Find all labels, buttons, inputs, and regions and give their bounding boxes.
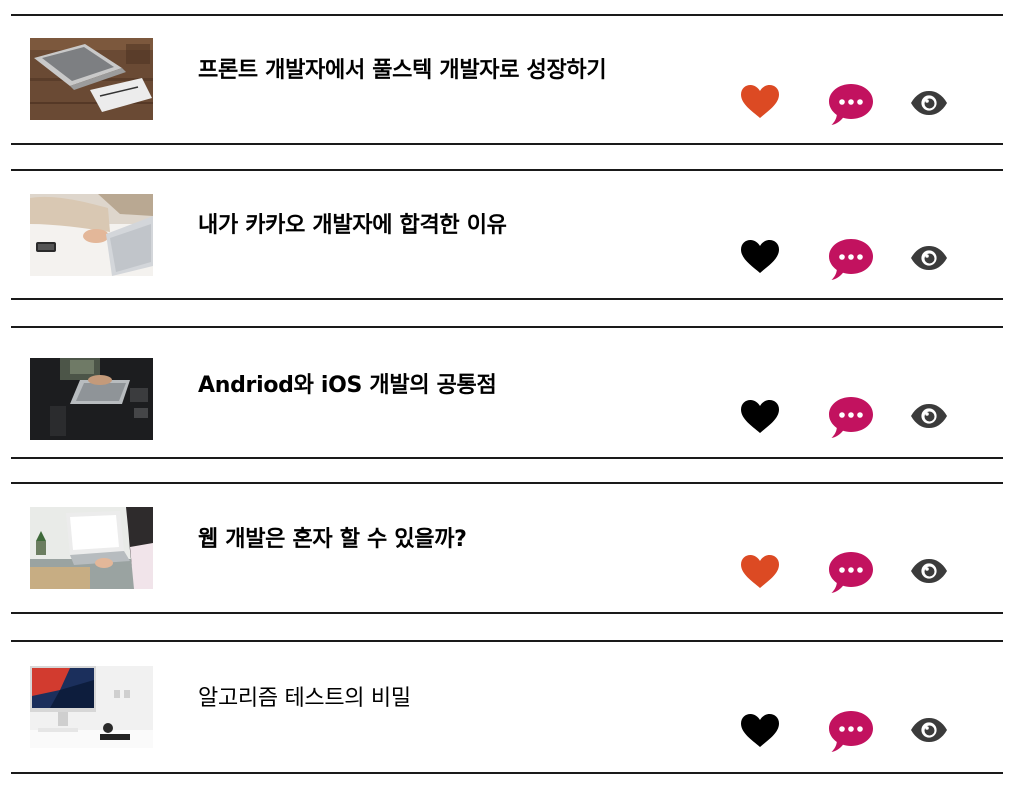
post-title[interactable]: 프론트 개발자에서 풀스텍 개발자로 성장하기 — [198, 52, 607, 84]
post-title[interactable]: Andriod와 iOS 개발의 공통점 — [198, 367, 497, 399]
comment-icon[interactable] — [828, 82, 874, 126]
eye-icon[interactable] — [910, 245, 948, 271]
post-thumbnail[interactable] — [30, 666, 153, 748]
post-card[interactable]: 프론트 개발자에서 풀스텍 개발자로 성장하기 — [11, 14, 1003, 145]
post-card[interactable]: 알고리즘 테스트의 비밀 — [11, 640, 1003, 774]
eye-icon[interactable] — [910, 717, 948, 743]
post-title[interactable]: 웹 개발은 혼자 할 수 있을까? — [198, 521, 467, 553]
heart-icon[interactable] — [740, 399, 780, 435]
post-thumbnail[interactable] — [30, 358, 153, 440]
person-typing-on-laptop-image — [30, 194, 153, 276]
comment-icon[interactable] — [828, 550, 874, 594]
laptop-on-wooden-desk-image — [30, 38, 153, 120]
post-thumbnail[interactable] — [30, 507, 153, 589]
post-list: 프론트 개발자에서 풀스텍 개발자로 성장하기 내가 카카오 개발자에 합격한 … — [0, 0, 1014, 790]
heart-icon[interactable] — [740, 239, 780, 275]
post-thumbnail[interactable] — [30, 194, 153, 276]
comment-icon[interactable] — [828, 237, 874, 281]
eye-icon[interactable] — [910, 558, 948, 584]
comment-icon[interactable] — [828, 395, 874, 439]
woman-using-laptop-image — [30, 507, 153, 589]
post-card[interactable]: Andriod와 iOS 개발의 공통점 — [11, 326, 1003, 459]
heart-icon[interactable] — [740, 84, 780, 120]
post-title[interactable]: 알고리즘 테스트의 비밀 — [198, 680, 411, 712]
heart-icon[interactable] — [740, 554, 780, 590]
post-title[interactable]: 내가 카카오 개발자에 합격한 이유 — [198, 207, 507, 239]
post-card[interactable]: 웹 개발은 혼자 할 수 있을까? — [11, 482, 1003, 614]
comment-icon[interactable] — [828, 709, 874, 753]
eye-icon[interactable] — [910, 403, 948, 429]
imac-workspace-image — [30, 666, 153, 748]
post-thumbnail[interactable] — [30, 38, 153, 120]
post-card[interactable]: 내가 카카오 개발자에 합격한 이유 — [11, 169, 1003, 300]
laptop-on-dark-desk-image — [30, 358, 153, 440]
heart-icon[interactable] — [740, 713, 780, 749]
eye-icon[interactable] — [910, 90, 948, 116]
